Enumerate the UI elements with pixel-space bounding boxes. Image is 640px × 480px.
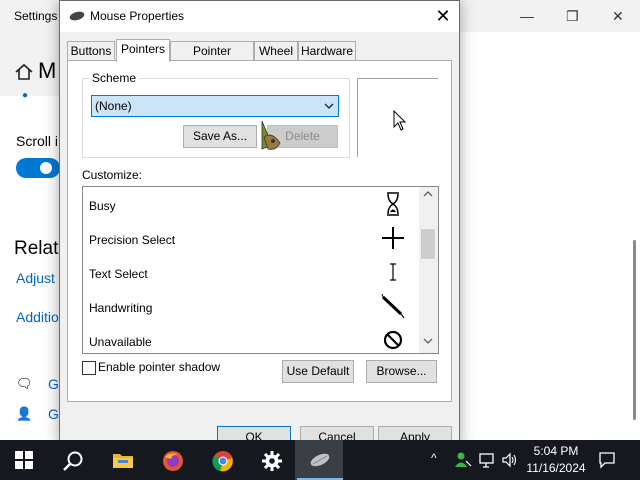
settings-page-title: M	[38, 58, 57, 83]
tray-overflow-chevron[interactable]: ^	[431, 451, 437, 465]
pen-icon	[381, 293, 405, 319]
taskbar: ^ 5:04 PM 11/16/2024	[0, 440, 640, 480]
cursor-row-label: Unavailable	[89, 335, 152, 349]
pointer-shadow-checkbox[interactable]	[82, 361, 96, 375]
scheme-selected-value: (None)	[95, 99, 132, 113]
home-icon[interactable]	[14, 62, 34, 82]
unavailable-icon	[383, 330, 403, 350]
cursor-row-label: Handwriting	[89, 301, 153, 315]
wizard-cursor-icon	[261, 120, 281, 150]
scroll-down-icon[interactable]	[423, 337, 433, 345]
scheme-dropdown[interactable]: (None)	[91, 95, 339, 117]
list-item[interactable]: Text Select	[83, 256, 419, 290]
taskbar-settings[interactable]	[247, 440, 295, 480]
help-chat-icon: 🗨	[16, 376, 33, 391]
network-icon[interactable]	[478, 451, 496, 469]
restore-icon[interactable]: ❐	[566, 8, 579, 25]
mouse-properties-icon	[310, 453, 330, 467]
dialog-title: Mouse Properties	[90, 9, 185, 23]
taskbar-mouse-properties[interactable]	[295, 440, 343, 480]
taskbar-firefox[interactable]	[148, 440, 196, 480]
list-item[interactable]: Unavailable	[83, 324, 419, 353]
save-as-button[interactable]: Save As...	[183, 125, 257, 148]
chrome-icon	[212, 451, 233, 472]
start-button[interactable]	[0, 440, 48, 480]
scheme-legend: Scheme	[89, 71, 140, 85]
scroll-up-icon[interactable]	[423, 190, 433, 198]
tab-pointer-options[interactable]: Pointer Options	[170, 41, 254, 77]
use-default-button[interactable]: Use Default	[282, 360, 354, 383]
minimize-icon[interactable]: —	[520, 8, 534, 24]
scrollbar-thumb[interactable]	[421, 229, 435, 259]
additional-link[interactable]: Additio	[16, 309, 59, 325]
settings-scroll-label: Scroll i	[16, 133, 59, 149]
list-item[interactable]: Precision Select	[83, 222, 419, 256]
settings-marker-icon: ●	[22, 90, 29, 101]
start-icon	[15, 451, 33, 469]
taskbar-file-explorer[interactable]	[98, 440, 146, 480]
notification-icon[interactable]	[598, 451, 616, 469]
tab-wheel[interactable]: Wheel	[254, 41, 298, 61]
customize-label: Customize:	[82, 168, 143, 182]
cursor-row-label: Text Select	[89, 267, 148, 281]
close-icon[interactable]: ✕	[612, 8, 624, 25]
list-item[interactable]: Busy	[83, 188, 419, 222]
firefox-icon	[163, 451, 183, 471]
volume-icon[interactable]	[501, 451, 519, 469]
mouse-properties-dialog: Mouse Properties ✕ Buttons Pointers Poin…	[59, 0, 460, 449]
toggle-knob	[40, 162, 52, 174]
tab-pointers[interactable]: Pointers	[116, 39, 170, 62]
chevron-down-icon	[324, 103, 334, 109]
pointer-shadow-label[interactable]: Enable pointer shadow	[98, 360, 220, 374]
settings-gear-icon	[262, 451, 282, 471]
tab-buttons[interactable]: Buttons	[67, 41, 115, 61]
list-item[interactable]: Handwriting	[83, 290, 419, 324]
tab-hardware[interactable]: Hardware	[298, 41, 356, 61]
search-icon	[63, 451, 83, 471]
settings-title: Settings	[14, 9, 58, 23]
dialog-close-button[interactable]: ✕	[432, 5, 454, 27]
dialog-titlebar[interactable]: Mouse Properties ✕	[60, 1, 459, 32]
taskbar-search-button[interactable]	[48, 440, 96, 480]
cursor-row-label: Precision Select	[89, 233, 176, 247]
browse-button[interactable]: Browse...	[366, 360, 437, 383]
ibeam-icon	[390, 263, 396, 281]
taskbar-chrome[interactable]	[198, 440, 246, 480]
settings-scroll-toggle[interactable]	[16, 158, 60, 178]
cursor-row-label: Busy	[89, 199, 116, 213]
clock-date[interactable]: 11/16/2024	[522, 461, 590, 475]
cursor-list[interactable]: Busy Precision Select Text Select Handwr…	[82, 186, 439, 354]
cursor-list-scrollbar[interactable]	[419, 187, 438, 353]
crosshair-icon	[382, 227, 404, 249]
clock-time[interactable]: 5:04 PM	[528, 444, 584, 458]
feedback-person-icon: 👤	[16, 406, 33, 421]
arrow-cursor-icon	[393, 110, 407, 131]
file-explorer-icon	[113, 454, 133, 468]
adjust-link[interactable]: Adjust	[16, 270, 55, 286]
tray-person-icon[interactable]	[454, 451, 472, 469]
mouse-app-icon	[69, 11, 85, 21]
settings-scrollbar[interactable]	[633, 240, 636, 420]
hourglass-icon	[387, 192, 399, 216]
